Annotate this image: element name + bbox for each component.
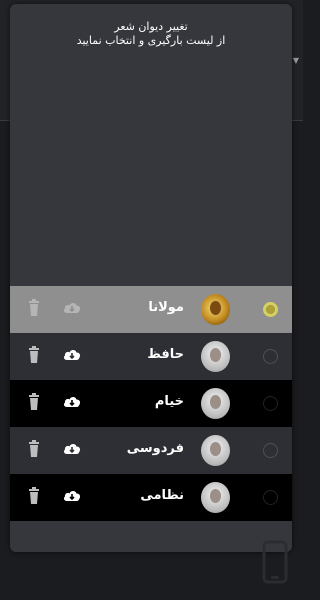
poet-row-molana[interactable]: مولانا [10, 286, 292, 333]
radio-button[interactable] [263, 349, 278, 364]
poet-avatar [201, 341, 230, 372]
poet-row-hafez[interactable]: حافظ [10, 333, 292, 380]
poet-list: مولانا حافظ خیام فردوسی نظامی [10, 286, 292, 521]
poet-avatar [201, 388, 230, 419]
change-divan-dialog: تغییر دیوان شعر از لیست بارگیری و انتخاب… [10, 4, 292, 552]
background-dropdown-caret-icon: ▼ [292, 56, 299, 65]
poet-row-khayyam[interactable]: خیام [10, 380, 292, 427]
trash-icon[interactable] [28, 440, 40, 458]
poet-row-nezami[interactable]: نظامی [10, 474, 292, 521]
background-phone-icon [262, 540, 288, 584]
radio-button[interactable] [263, 396, 278, 411]
trash-icon[interactable] [28, 487, 40, 505]
poet-name: فردوسی [126, 441, 184, 456]
poet-name: خیام [154, 394, 184, 409]
cloud-download-icon[interactable] [63, 442, 81, 456]
radio-button[interactable] [263, 490, 278, 505]
radio-button[interactable] [263, 443, 278, 458]
dialog-title-line1: تغییر دیوان شعر [114, 20, 188, 33]
poet-name: مولانا [148, 300, 184, 315]
cloud-download-icon[interactable] [63, 489, 81, 503]
radio-button[interactable] [263, 302, 278, 317]
cloud-download-icon[interactable] [63, 348, 81, 362]
cloud-download-icon[interactable] [63, 395, 81, 409]
poet-name: حافظ [147, 347, 184, 362]
poet-avatar [201, 435, 230, 466]
trash-icon[interactable] [28, 346, 40, 364]
cloud-download-icon[interactable] [63, 301, 81, 315]
poet-avatar [201, 482, 230, 513]
dialog-title: تغییر دیوان شعر از لیست بارگیری و انتخاب… [10, 20, 292, 48]
dialog-title-line2: از لیست بارگیری و انتخاب نمایید [76, 34, 226, 47]
trash-icon[interactable] [28, 299, 40, 317]
trash-icon[interactable] [28, 393, 40, 411]
poet-name: نظامی [140, 488, 184, 503]
poet-row-ferdowsi[interactable]: فردوسی [10, 427, 292, 474]
poet-avatar [201, 294, 230, 325]
